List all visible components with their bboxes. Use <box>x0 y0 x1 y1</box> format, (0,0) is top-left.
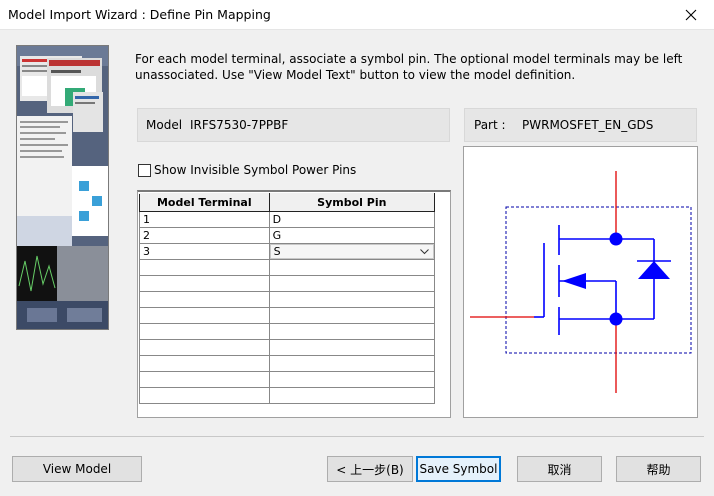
back-button[interactable]: < 上一步(B) <box>327 456 413 482</box>
footer-separator <box>10 436 704 437</box>
empty-cell[interactable] <box>139 307 270 324</box>
table-row[interactable] <box>139 291 436 308</box>
empty-cell[interactable] <box>139 387 270 404</box>
show-invisible-pins-checkbox[interactable] <box>138 163 151 177</box>
column-header-symbol-pin[interactable]: Symbol Pin <box>268 193 436 212</box>
empty-cell[interactable] <box>139 259 270 276</box>
empty-cell[interactable] <box>268 323 436 340</box>
channel-arrow <box>562 273 586 289</box>
symbol-pin-dropdown[interactable]: S <box>269 244 434 259</box>
model-value: IRFS7530-7PPBF <box>190 118 289 132</box>
mosfet-symbol <box>470 171 692 393</box>
pin-mapping-grid[interactable]: Model Terminal Symbol Pin 1 D 2 G 3 S <box>137 190 451 418</box>
table-row[interactable]: 3 S <box>139 243 436 260</box>
table-row[interactable] <box>139 259 436 276</box>
empty-cell[interactable] <box>268 387 436 404</box>
show-invisible-pins-option[interactable]: Show Invisible Symbol Power Pins <box>138 162 356 178</box>
table-row[interactable] <box>139 275 436 292</box>
window-title: Model Import Wizard : Define Pin Mapping <box>8 7 271 22</box>
model-terminal-cell[interactable]: 1 <box>139 211 270 228</box>
symbol-pin-dropdown-value: S <box>273 245 281 258</box>
symbol-pin-cell[interactable]: G <box>268 227 436 244</box>
body-diode <box>638 261 670 279</box>
table-row[interactable] <box>139 355 436 372</box>
empty-cell[interactable] <box>268 291 436 308</box>
empty-cell[interactable] <box>268 355 436 372</box>
title-bar: Model Import Wizard : Define Pin Mapping <box>0 0 714 30</box>
model-terminal-cell[interactable]: 2 <box>139 227 270 244</box>
cancel-button[interactable]: 取消 <box>517 456 602 482</box>
part-value: PWRMOSFET_EN_GDS <box>522 118 654 132</box>
symbol-preview <box>463 146 698 418</box>
close-icon <box>685 9 697 21</box>
table-row[interactable] <box>139 323 436 340</box>
model-info-box: Model IRFS7530-7PPBF <box>137 108 450 142</box>
table-row[interactable] <box>139 339 436 356</box>
empty-cell[interactable] <box>268 339 436 356</box>
empty-cell[interactable] <box>139 339 270 356</box>
empty-cell[interactable] <box>139 355 270 372</box>
show-invisible-pins-label: Show Invisible Symbol Power Pins <box>154 163 357 177</box>
model-terminal-cell[interactable]: 3 <box>139 243 270 260</box>
source-junction <box>609 312 623 326</box>
part-info-box: Part : PWRMOSFET_EN_GDS <box>464 108 697 142</box>
empty-cell[interactable] <box>268 275 436 292</box>
drain-junction <box>609 232 623 246</box>
table-row[interactable] <box>139 307 436 324</box>
save-symbol-button[interactable]: Save Symbol <box>416 456 501 482</box>
instructions-text: For each model terminal, associate a sym… <box>135 52 683 82</box>
model-label: Model <box>146 118 183 132</box>
empty-cell[interactable] <box>268 259 436 276</box>
table-row[interactable]: 2 G <box>139 227 436 244</box>
view-model-button[interactable]: View Model <box>12 456 142 482</box>
empty-cell[interactable] <box>139 291 270 308</box>
symbol-pin-dropdown-cell[interactable]: S <box>268 243 436 260</box>
empty-cell[interactable] <box>139 323 270 340</box>
chevron-down-icon <box>420 248 429 254</box>
empty-cell[interactable] <box>268 307 436 324</box>
column-header-model-terminal[interactable]: Model Terminal <box>139 193 270 212</box>
table-row[interactable] <box>139 371 436 388</box>
symbol-boundary <box>505 206 692 354</box>
empty-cell[interactable] <box>268 371 436 388</box>
empty-cell[interactable] <box>139 371 270 388</box>
part-label: Part : <box>474 118 506 132</box>
table-row[interactable] <box>139 387 436 404</box>
wizard-banner-image <box>16 45 109 330</box>
close-button[interactable] <box>668 0 714 30</box>
symbol-pin-cell[interactable]: D <box>268 211 436 228</box>
table-row[interactable]: 1 D <box>139 211 436 228</box>
empty-cell[interactable] <box>139 275 270 292</box>
help-button[interactable]: 帮助 <box>616 456 701 482</box>
